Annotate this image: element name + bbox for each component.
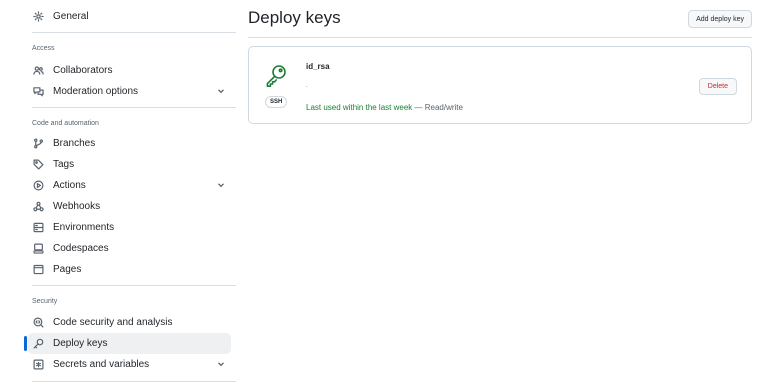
deploy-key-title: id_rsa [306,62,330,71]
section-heading-access: Access [32,44,55,52]
sidebar-item-label: Environments [53,222,115,233]
key-icon [32,338,44,350]
deploy-key-fingerprint: . [306,83,309,89]
sidebar-item-branches[interactable]: Branches [28,133,236,154]
sidebar-item-webhooks[interactable]: Webhooks [28,196,236,217]
access-level-text: Read/write [424,103,463,112]
git-branch-icon [32,138,44,150]
sidebar-item-label: Collaborators [53,65,113,76]
sidebar-item-label: Moderation options [53,86,139,97]
sidebar-item-general[interactable]: General [28,6,236,27]
page-title: Deploy keys [248,8,341,27]
play-icon [32,180,44,192]
key-icon [265,64,287,88]
ssh-badge: SSH [265,96,288,108]
sidebar-item-code-security-and-analysis[interactable]: Code security and analysis [28,312,236,333]
webhook-icon [32,201,44,213]
divider [32,285,236,286]
browser-icon [32,264,44,276]
sidebar-item-tags[interactable]: Tags [28,154,236,175]
people-icon [32,65,44,77]
deploy-key-item: SSH id_rsa . Last used within the last w… [248,46,752,124]
chevron-down-icon[interactable] [216,180,226,190]
server-icon [32,222,44,234]
section-heading-code-and-automation: Code and automation [32,119,99,127]
asterisk-icon [32,359,44,371]
sidebar-item-codespaces[interactable]: Codespaces [28,238,236,259]
sidebar-item-label: Tags [53,159,75,170]
sidebar-item-collaborators[interactable]: Collaborators [28,60,236,81]
sidebar-item-environments[interactable]: Environments [28,217,236,238]
chevron-down-icon[interactable] [216,359,226,369]
sidebar-item-label: Actions [53,180,86,191]
sidebar-item-label: Webhooks [53,201,101,212]
page-header: Deploy keys Add deploy key [248,0,752,38]
codespaces-icon [32,243,44,255]
gear-icon [32,11,44,23]
sidebar-item-label: Secrets and variables [53,359,150,370]
divider [32,381,236,382]
divider [32,32,236,33]
sidebar-item-actions[interactable]: Actions [28,175,236,196]
delete-key-button[interactable]: Delete [698,78,737,95]
tag-icon [32,159,44,171]
sidebar-item-moderation-options[interactable]: Moderation options [28,81,236,102]
add-deploy-key-button[interactable]: Add deploy key [688,10,752,28]
comment-discussion-icon [32,86,44,98]
sidebar-item-label: Branches [53,138,96,149]
sidebar-item-label: Deploy keys [53,338,108,349]
divider [32,107,236,108]
section-heading-security: Security [32,297,58,305]
sidebar-item-deploy-keys[interactable]: Deploy keys [24,333,231,354]
deploy-key-meta: Last used within the last week — Read/wr… [306,103,463,112]
codescan-icon [32,317,44,329]
sidebar-item-pages[interactable]: Pages [28,259,236,280]
sidebar-item-label: Pages [53,264,82,275]
sidebar-item-label: Codespaces [53,243,109,254]
sidebar-item-label: General [53,11,89,22]
meta-separator: — [412,103,425,112]
sidebar-item-secrets-and-variables[interactable]: Secrets and variables [28,354,236,375]
chevron-down-icon[interactable] [216,86,226,96]
last-used-text: Last used within the last week [306,103,413,112]
sidebar-item-label: Code security and analysis [53,317,173,328]
